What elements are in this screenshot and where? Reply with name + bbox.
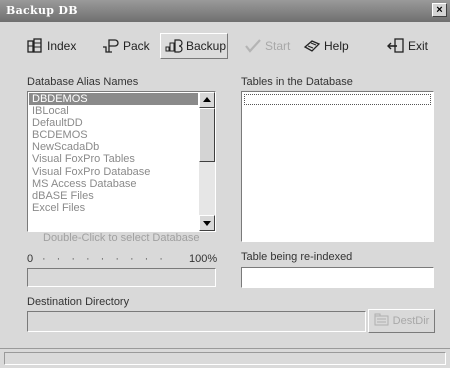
backup-button[interactable]: Backup (160, 33, 228, 59)
exit-button[interactable]: Exit (387, 33, 428, 59)
alias-hint: Double-Click to select Database (43, 232, 200, 244)
progress-end-label: 100% (189, 253, 218, 265)
alias-item[interactable]: DefaultDD (29, 117, 198, 129)
status-panel (4, 352, 446, 365)
alias-item[interactable]: DBDEMOS (29, 93, 198, 106)
window-title: Backup DB (6, 4, 78, 17)
folder-icon (374, 313, 390, 329)
alias-item[interactable]: dBASE Files (29, 190, 198, 202)
alias-scrollbar[interactable] (199, 92, 215, 231)
destination-field[interactable] (27, 311, 366, 332)
progress-start-label: 0 (27, 253, 34, 265)
reindex-label: Table being re-indexed (241, 251, 353, 263)
checkmark-icon (244, 38, 262, 54)
close-button[interactable]: × (432, 3, 447, 17)
exit-icon (387, 38, 405, 54)
progress-tick-marks: ········· (42, 253, 174, 265)
tables-list-label: Tables in the Database (241, 76, 353, 88)
alias-listbox[interactable]: DBDEMOS IBLocal DefaultDD BCDEMOS NewSca… (27, 91, 216, 232)
alias-item[interactable]: BCDEMOS (29, 129, 198, 141)
pack-icon (102, 38, 120, 54)
tables-listbox[interactable] (241, 91, 434, 242)
exit-label: Exit (408, 39, 429, 53)
start-button[interactable]: Start (244, 33, 290, 59)
arrow-down-icon (203, 221, 211, 226)
alias-item[interactable]: MS Access Database (29, 178, 198, 190)
scroll-thumb[interactable] (199, 108, 215, 162)
alias-item[interactable]: IBLocal (29, 105, 198, 117)
backup-icon (165, 38, 183, 54)
index-button[interactable]: Index (26, 33, 76, 59)
alias-item[interactable]: NewScadaDb (29, 141, 198, 153)
scroll-down-button[interactable] (199, 215, 215, 231)
pack-label: Pack (123, 39, 150, 53)
destination-label: Destination Directory (27, 296, 130, 308)
start-label: Start (265, 39, 291, 53)
alias-list-label: Database Alias Names (27, 76, 139, 88)
alias-item[interactable]: Visual FoxPro Database (29, 166, 198, 178)
pack-button[interactable]: Pack (102, 33, 150, 59)
reindex-field[interactable] (241, 267, 434, 288)
alias-items: DBDEMOS IBLocal DefaultDD BCDEMOS NewSca… (29, 93, 198, 214)
scroll-up-button[interactable] (199, 92, 215, 108)
help-label: Help (324, 39, 349, 53)
backup-label: Backup (186, 39, 227, 53)
help-icon (303, 38, 321, 54)
status-bar (0, 348, 450, 368)
toolbar: Index Pack Backup Start Help Exit (0, 30, 450, 64)
title-bar: Backup DB × (0, 0, 450, 22)
destdir-button[interactable]: DestDir (368, 309, 435, 333)
alias-item[interactable]: Visual FoxPro Tables (29, 153, 198, 165)
index-label: Index (47, 39, 77, 53)
focus-rectangle (244, 94, 431, 105)
index-icon (26, 38, 44, 54)
destdir-label: DestDir (392, 315, 430, 327)
alias-item[interactable]: Excel Files (29, 202, 198, 214)
progress-bar (27, 268, 216, 287)
help-button[interactable]: Help (303, 33, 349, 59)
arrow-up-icon (203, 97, 211, 102)
